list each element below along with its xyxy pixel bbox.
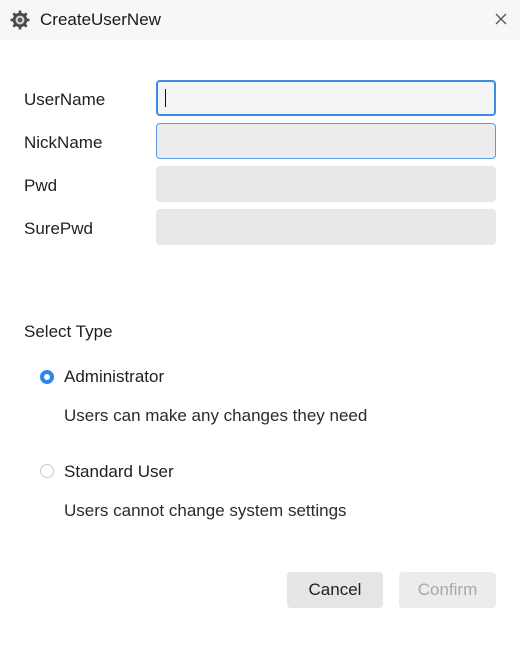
pwd-label: Pwd: [24, 176, 58, 195]
gear-icon: [9, 9, 31, 31]
standard-user-label[interactable]: Standard User: [64, 461, 174, 483]
standard-user-description: Users cannot change system settings: [64, 501, 347, 520]
nickname-input[interactable]: [156, 123, 496, 159]
password-input[interactable]: [156, 166, 496, 202]
title-bar: CreateUserNew: [0, 0, 520, 40]
standard-user-radio[interactable]: [40, 464, 54, 478]
confirm-password-input[interactable]: [156, 209, 496, 245]
administrator-description: Users can make any changes they need: [64, 406, 368, 425]
create-user-dialog: CreateUserNew UserName NickName Pwd Sure…: [0, 0, 520, 646]
select-type-heading: Select Type: [24, 322, 113, 341]
administrator-label[interactable]: Administrator: [64, 366, 164, 388]
surepwd-label: SurePwd: [24, 219, 93, 238]
username-label: UserName: [24, 90, 106, 109]
administrator-radio[interactable]: [40, 370, 54, 384]
username-input[interactable]: [156, 80, 496, 116]
cancel-button[interactable]: Cancel: [287, 572, 383, 608]
text-caret: [165, 89, 166, 107]
close-icon[interactable]: [490, 8, 512, 30]
nickname-label: NickName: [24, 133, 103, 152]
confirm-button[interactable]: Confirm: [399, 572, 496, 608]
window-title: CreateUserNew: [40, 10, 161, 29]
